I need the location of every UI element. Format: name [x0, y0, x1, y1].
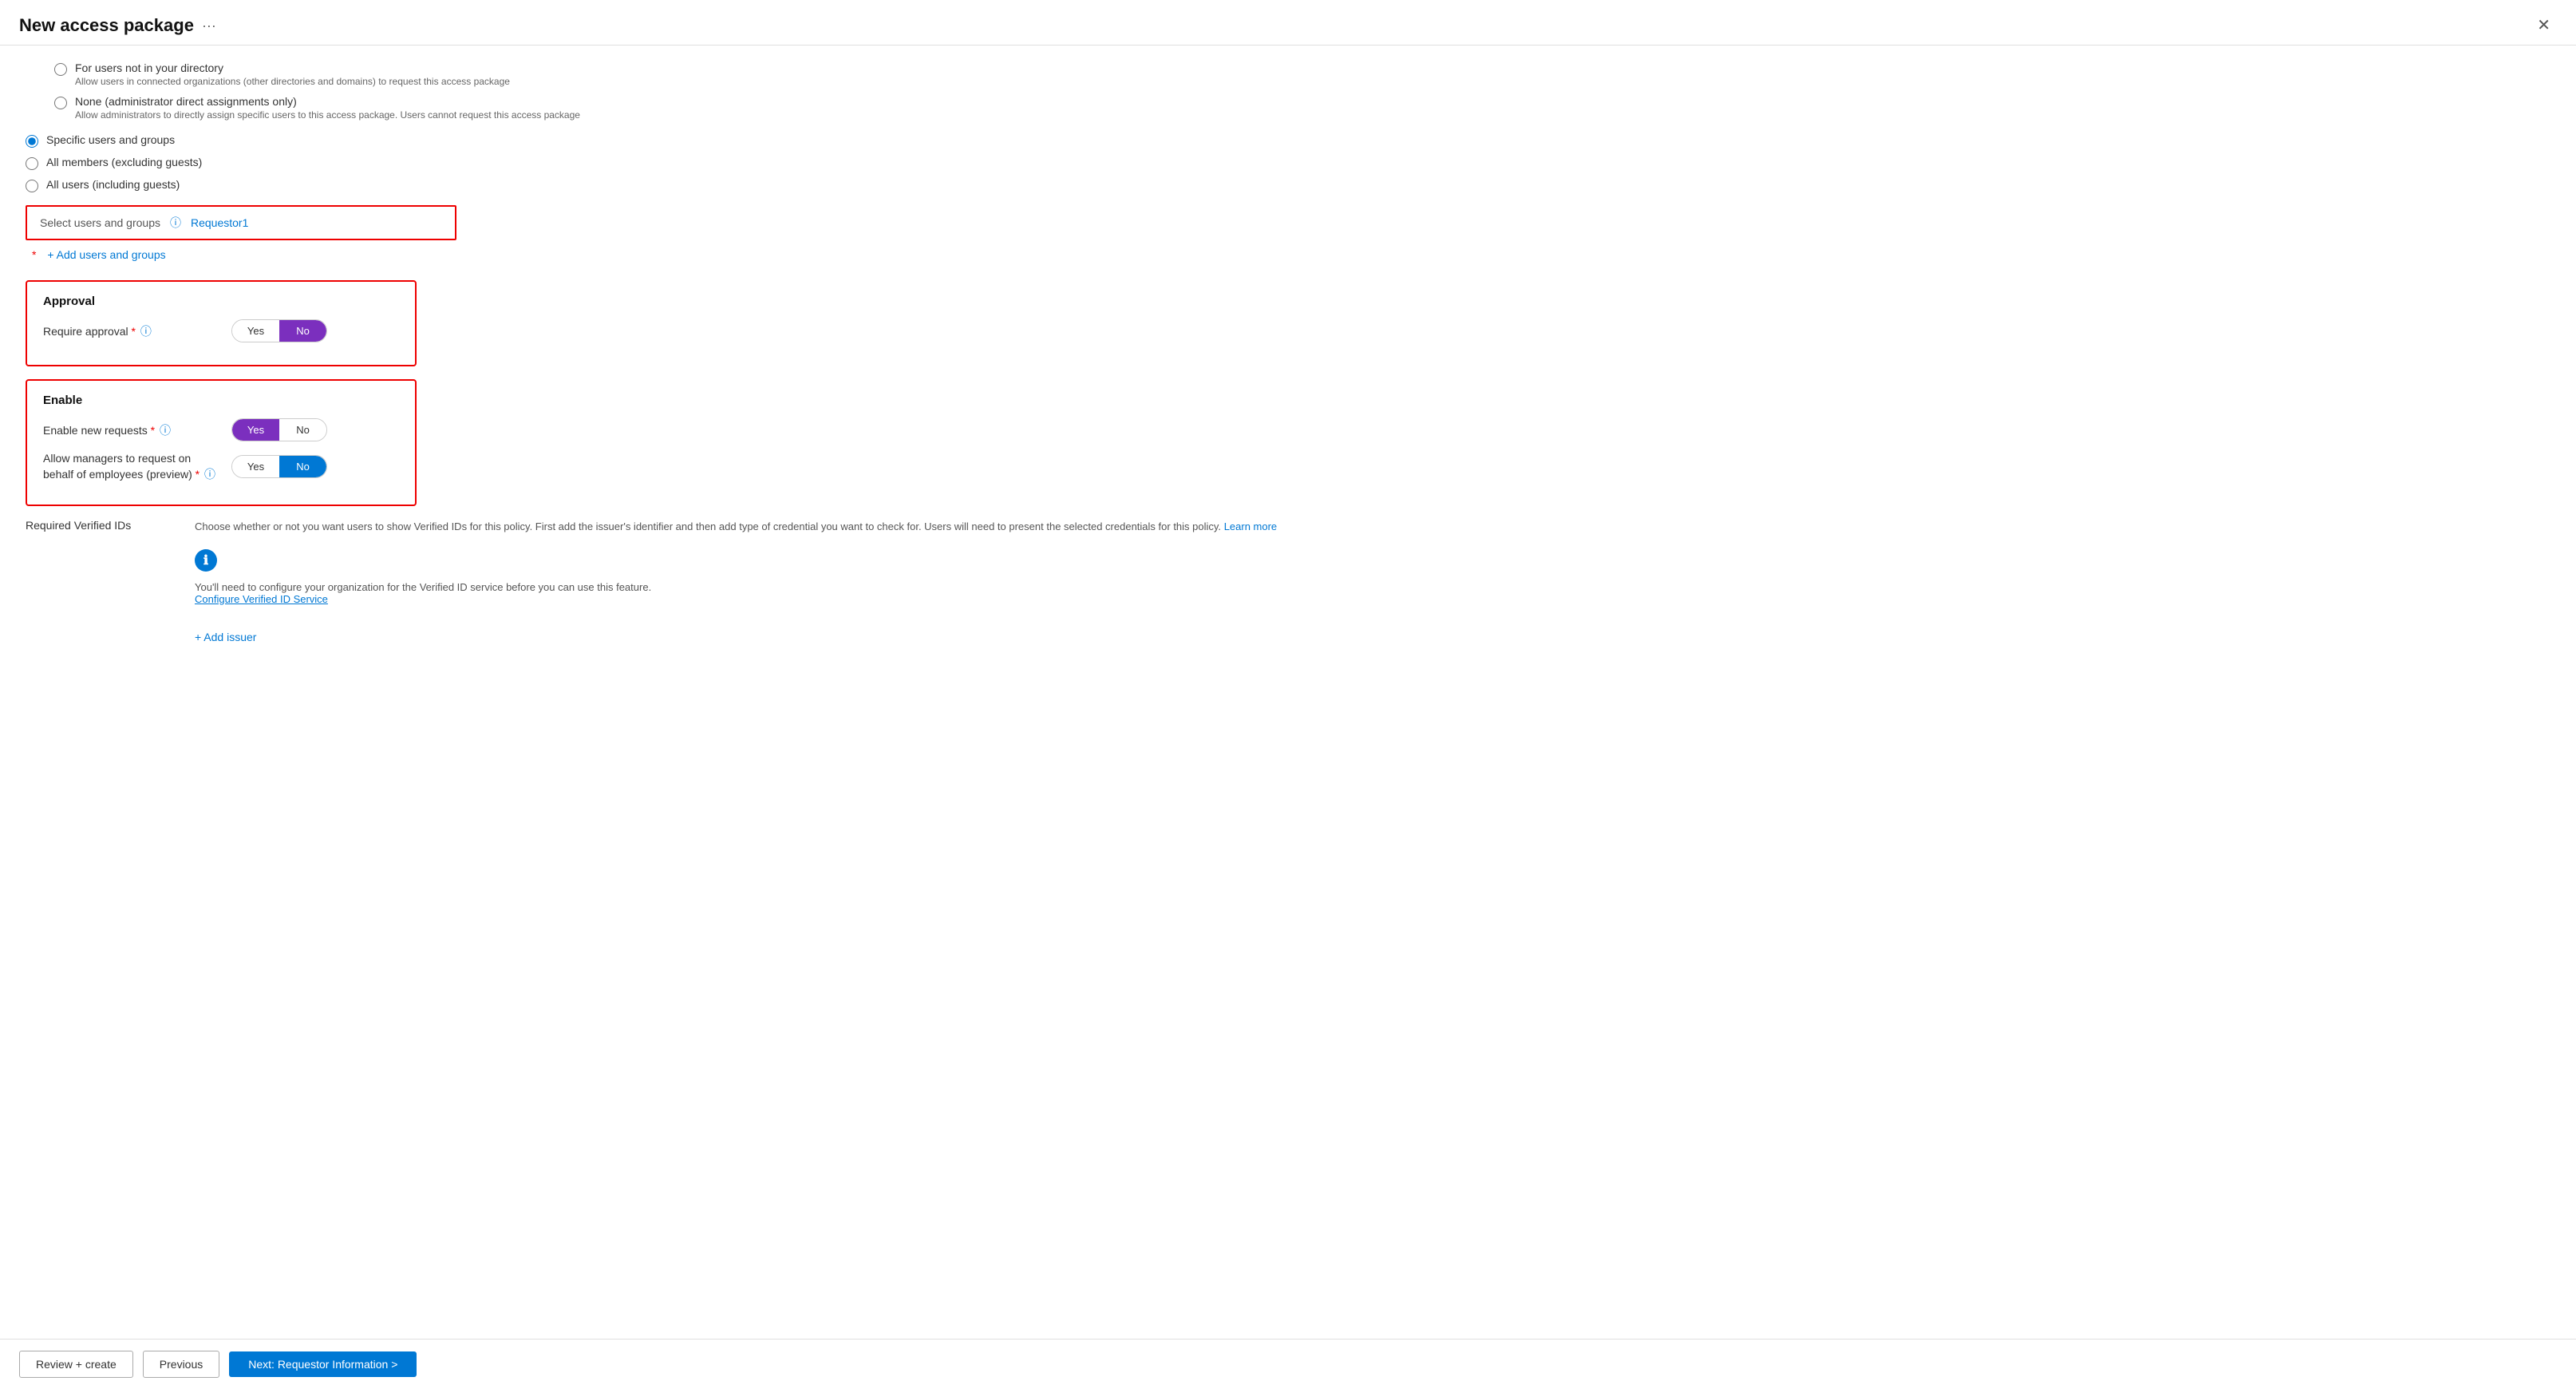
radio-not-in-directory[interactable]: For users not in your directory Allow us…: [29, 61, 2550, 87]
not-in-directory-desc: Allow users in connected organizations (…: [75, 76, 510, 87]
dialog-header: New access package ··· ✕: [0, 0, 2576, 46]
dialog-footer: Review + create Previous Next: Requestor…: [0, 1339, 2576, 1389]
require-approval-star: *: [132, 325, 136, 338]
radio-all-members[interactable]: All members (excluding guests): [26, 156, 2550, 170]
all-members-label: All members (excluding guests): [46, 156, 202, 168]
none-admin-label: None (administrator direct assignments o…: [75, 95, 580, 108]
select-field-info-icon[interactable]: ⓘ: [170, 215, 181, 231]
require-approval-no-btn[interactable]: No: [279, 320, 326, 342]
select-field-label: Select users and groups: [40, 216, 160, 229]
specific-users-label: Specific users and groups: [46, 133, 175, 146]
add-users-container: * + Add users and groups: [32, 248, 2550, 261]
allow-managers-no-btn[interactable]: No: [279, 456, 326, 477]
dialog-title: New access package: [19, 15, 194, 36]
allow-managers-info-icon[interactable]: ⓘ: [204, 468, 215, 481]
top-radio-group: For users not in your directory Allow us…: [26, 61, 2550, 121]
add-issuer-button[interactable]: + Add issuer: [195, 631, 256, 643]
enable-new-requests-yes-btn[interactable]: Yes: [232, 419, 279, 441]
previous-button[interactable]: Previous: [143, 1351, 219, 1378]
close-button[interactable]: ✕: [2531, 14, 2557, 37]
require-approval-yes-btn[interactable]: Yes: [232, 320, 279, 342]
review-create-button[interactable]: Review + create: [19, 1351, 133, 1378]
radio-all-users[interactable]: All users (including guests): [26, 178, 2550, 192]
allow-managers-label: Allow managers to request on behalf of e…: [43, 451, 219, 482]
require-approval-row: Require approval * ⓘ Yes No: [43, 319, 399, 342]
enable-new-requests-label: Enable new requests * ⓘ: [43, 422, 219, 438]
add-issuer-container: + Add issuer: [195, 618, 2550, 643]
enable-section-title: Enable: [43, 394, 399, 407]
enable-new-requests-row: Enable new requests * ⓘ Yes No: [43, 418, 399, 441]
require-approval-toggle[interactable]: Yes No: [231, 319, 327, 342]
enable-star: *: [151, 424, 155, 437]
select-users-field[interactable]: Select users and groups ⓘ Requestor1: [26, 205, 456, 240]
radio-specific-users[interactable]: Specific users and groups: [26, 133, 2550, 148]
add-users-link[interactable]: + Add users and groups: [47, 248, 165, 261]
require-approval-label: Require approval * ⓘ: [43, 323, 219, 339]
allow-managers-star: *: [196, 468, 200, 481]
learn-more-link[interactable]: Learn more: [1224, 520, 1277, 532]
verified-ids-section: Required Verified IDs Choose whether or …: [26, 519, 2550, 643]
configure-msg: You'll need to configure your organizati…: [195, 581, 2550, 605]
select-field-value: Requestor1: [191, 216, 248, 229]
scope-radio-group: Specific users and groups All members (e…: [26, 133, 2550, 192]
verified-ids-desc: Choose whether or not you want users to …: [195, 519, 2550, 535]
all-users-label: All users (including guests): [46, 178, 180, 191]
none-admin-desc: Allow administrators to directly assign …: [75, 109, 580, 121]
allow-managers-row: Allow managers to request on behalf of e…: [43, 451, 399, 482]
configure-verified-id-link[interactable]: Configure Verified ID Service: [195, 593, 328, 605]
not-in-directory-label: For users not in your directory: [75, 61, 510, 74]
next-button[interactable]: Next: Requestor Information >: [229, 1351, 417, 1377]
enable-new-requests-no-btn[interactable]: No: [279, 419, 326, 441]
new-access-package-dialog: New access package ··· ✕ For users not i…: [0, 0, 2576, 1389]
verified-ids-label: Required Verified IDs: [26, 519, 169, 643]
radio-none-admin[interactable]: None (administrator direct assignments o…: [29, 95, 2550, 121]
verified-ids-content: Choose whether or not you want users to …: [195, 519, 2550, 643]
enable-section: Enable Enable new requests * ⓘ Yes No Al…: [26, 379, 417, 506]
dialog-body: For users not in your directory Allow us…: [0, 46, 2576, 1339]
info-circle-icon: ℹ: [195, 549, 217, 572]
allow-managers-toggle[interactable]: Yes No: [231, 455, 327, 478]
require-approval-info-icon[interactable]: ⓘ: [140, 325, 152, 338]
approval-section: Approval Require approval * ⓘ Yes No: [26, 280, 417, 366]
required-star-add: *: [32, 248, 36, 261]
dialog-menu-dots[interactable]: ···: [202, 18, 216, 34]
allow-managers-yes-btn[interactable]: Yes: [232, 456, 279, 477]
enable-new-requests-toggle[interactable]: Yes No: [231, 418, 327, 441]
enable-info-icon[interactable]: ⓘ: [160, 424, 171, 437]
approval-section-title: Approval: [43, 295, 399, 308]
